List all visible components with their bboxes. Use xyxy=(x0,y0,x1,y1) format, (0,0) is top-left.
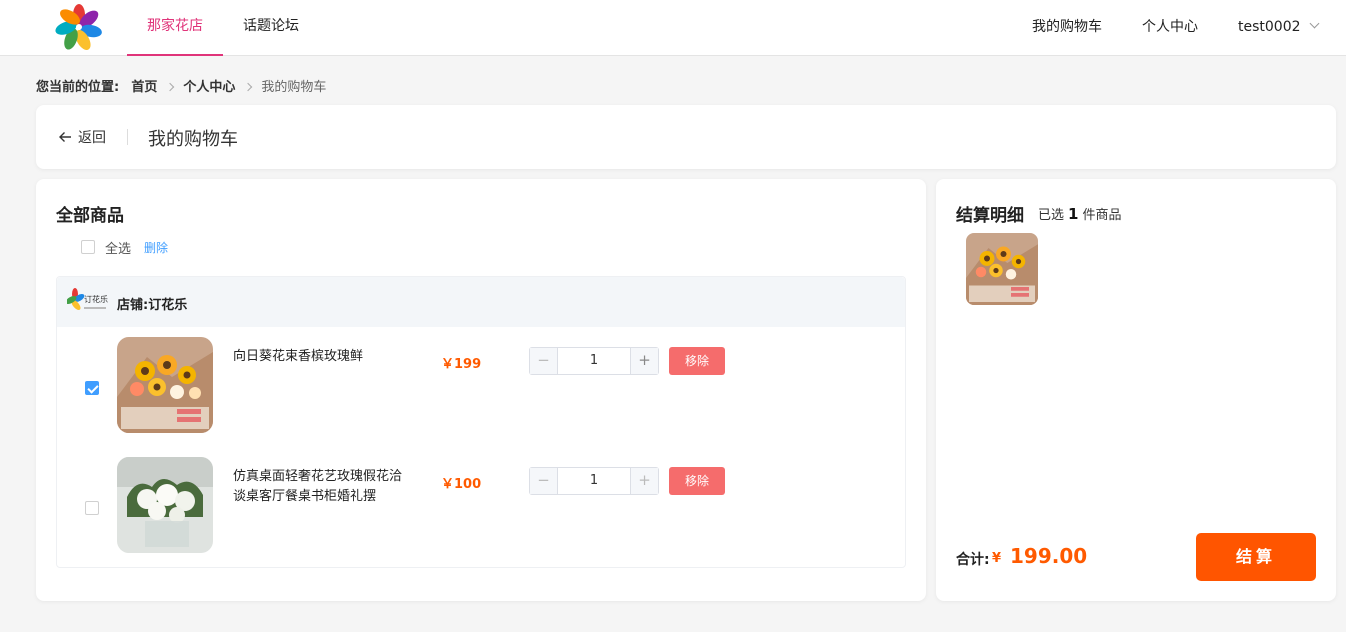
selected-item-thumbnail xyxy=(966,233,1038,305)
shop-header: 订花乐 店铺:订花乐 xyxy=(57,277,905,327)
decrement-button[interactable]: − xyxy=(530,468,558,494)
user-menu[interactable]: test0002 xyxy=(1238,0,1319,56)
page-title: 我的购物车 xyxy=(148,129,238,150)
divider xyxy=(127,129,128,145)
username: test0002 xyxy=(1238,19,1301,35)
cart-item: 仿真桌面轻奢花艺玫瑰假花洽谈桌客厅餐桌书柜婚礼摆 ￥100 − 1 + 移除 xyxy=(57,457,905,557)
selected-prefix: 已选 xyxy=(1038,208,1065,223)
total-currency: ¥ xyxy=(992,551,1002,566)
remove-button[interactable]: 移除 xyxy=(669,347,725,375)
item-price: ￥100 xyxy=(441,477,482,492)
selected-count-text: 已选 1 件商品 xyxy=(1038,204,1121,223)
decrement-button[interactable]: − xyxy=(530,348,558,374)
top-header: 那家花店 话题论坛 我的购物车 个人中心 test0002 xyxy=(0,0,1346,56)
shop-group: 订花乐 店铺:订花乐 向日葵花束香槟玫瑰鲜 ￥199 − 1 + 移除 仿真桌面… xyxy=(56,276,906,568)
remove-button[interactable]: 移除 xyxy=(669,467,725,495)
arrow-left-icon xyxy=(59,132,71,142)
item-name[interactable]: 仿真桌面轻奢花艺玫瑰假花洽谈桌客厅餐桌书柜婚礼摆 xyxy=(233,467,408,507)
quantity-stepper: − 1 + xyxy=(529,467,659,495)
cart-products-card: 全部商品 全选 删除 订花乐 店铺:订花乐 向日葵花束香槟玫瑰鲜 ￥199 − … xyxy=(36,179,926,601)
checkout-button[interactable]: 结算 xyxy=(1196,533,1316,581)
item-checkbox[interactable] xyxy=(85,501,99,515)
nav-topic-forum-label: 话题论坛 xyxy=(243,18,299,34)
nav-topic-forum[interactable]: 话题论坛 xyxy=(243,0,299,56)
total-label: 合计: xyxy=(956,552,990,568)
all-products-heading: 全部商品 xyxy=(56,206,124,226)
breadcrumb-profile[interactable]: 个人中心 xyxy=(183,80,235,95)
breadcrumb-current: 我的购物车 xyxy=(261,80,327,95)
back-button[interactable]: 返回 xyxy=(58,127,106,147)
increment-button[interactable]: + xyxy=(630,468,658,494)
chevron-down-icon xyxy=(1309,18,1319,29)
white-rose-arrangement-image[interactable] xyxy=(117,457,213,553)
nav-flower-shop-label: 那家花店 xyxy=(147,18,203,34)
chevron-right-icon xyxy=(166,82,175,92)
svg-text:订花乐: 订花乐 xyxy=(84,294,108,304)
back-label: 返回 xyxy=(78,130,106,146)
cart-item: 向日葵花束香槟玫瑰鲜 ￥199 − 1 + 移除 xyxy=(57,337,905,437)
item-price: ￥199 xyxy=(441,357,482,372)
nav-flower-shop[interactable]: 那家花店 xyxy=(127,0,223,56)
total-amount: 199.00 xyxy=(1010,544,1088,568)
sunflower-bouquet-image[interactable] xyxy=(117,337,213,433)
breadcrumb-prefix: 您当前的位置: xyxy=(36,80,120,95)
increment-button[interactable]: + xyxy=(630,348,658,374)
page-header-card: 返回 我的购物车 xyxy=(36,105,1336,169)
quantity-input[interactable]: 1 xyxy=(558,348,630,374)
selected-count: 1 xyxy=(1068,205,1079,223)
nav-my-cart[interactable]: 我的购物车 xyxy=(1032,0,1102,56)
summary-title: 结算明细 xyxy=(956,206,1024,226)
flower-logo-icon[interactable] xyxy=(54,2,104,52)
nav-profile[interactable]: 个人中心 xyxy=(1142,0,1198,56)
breadcrumb-home[interactable]: 首页 xyxy=(131,80,157,95)
item-name[interactable]: 向日葵花束香槟玫瑰鲜 xyxy=(233,347,408,367)
selected-suffix: 件商品 xyxy=(1082,208,1122,223)
item-checkbox[interactable] xyxy=(85,381,99,395)
select-all-checkbox[interactable] xyxy=(81,240,95,254)
checkout-summary-card: 结算明细 已选 1 件商品 合计: ¥ 199.00 结算 xyxy=(936,179,1336,601)
chevron-right-icon xyxy=(244,82,253,92)
breadcrumb: 您当前的位置: 首页 个人中心 我的购物车 xyxy=(36,76,326,95)
delete-selected-link[interactable]: 删除 xyxy=(144,239,168,256)
shop-name[interactable]: 店铺:订花乐 xyxy=(117,294,187,313)
quantity-stepper: − 1 + xyxy=(529,347,659,375)
select-all-label[interactable]: 全选 xyxy=(105,238,131,257)
shop-logo: 订花乐 xyxy=(67,288,108,310)
quantity-input[interactable]: 1 xyxy=(558,468,630,494)
